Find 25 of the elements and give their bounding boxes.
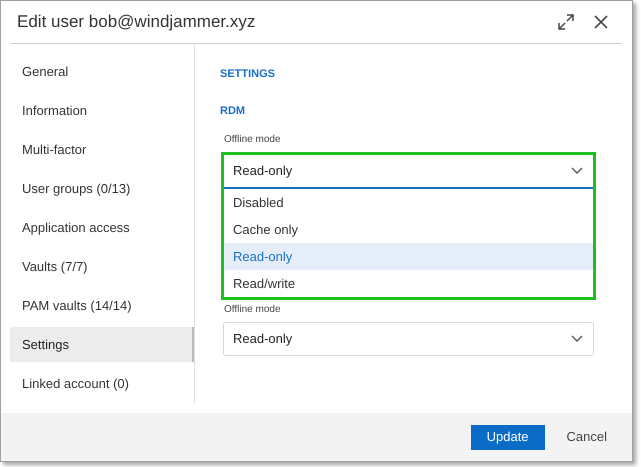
sidebar-item[interactable]: Information <box>10 93 194 128</box>
sidebar-item[interactable]: PAM vaults (14/14) <box>10 288 194 324</box>
sidebar-item[interactable]: Application access <box>10 210 194 246</box>
update-button[interactable]: Update <box>470 424 545 450</box>
sidebar-item[interactable]: Multi-factor <box>10 132 194 168</box>
subsection-heading: RDM <box>220 104 246 119</box>
sidebar-item[interactable]: Linked account (0) <box>10 366 194 402</box>
sidebar-item[interactable]: User groups (0/13) <box>10 171 194 206</box>
dropdown-option[interactable]: Disabled <box>224 189 593 216</box>
dropdown-option[interactable]: Read/write <box>224 270 593 298</box>
dropdown-option[interactable]: Cache only <box>224 216 593 244</box>
cancel-button[interactable]: Cancel <box>566 424 607 450</box>
dropdown-field[interactable]: Read-only <box>223 322 594 356</box>
field-label: Offline mode <box>224 133 281 148</box>
sidebar-item[interactable]: General <box>10 54 194 90</box>
field-label: Offline mode <box>224 303 281 318</box>
chevron-down-icon <box>571 335 583 344</box>
sidebar-item[interactable]: Vaults (7/7) <box>10 249 194 284</box>
dialog-title: Edit user bob@windjammer.xyz <box>17 11 256 34</box>
section-heading: SETTINGS <box>220 67 276 82</box>
expand-icon[interactable] <box>558 14 574 30</box>
dropdown-option[interactable]: Read-only <box>224 243 593 270</box>
sidebar-item[interactable]: Settings <box>10 327 194 362</box>
close-icon[interactable] <box>594 15 608 30</box>
chevron-down-icon <box>571 167 583 176</box>
